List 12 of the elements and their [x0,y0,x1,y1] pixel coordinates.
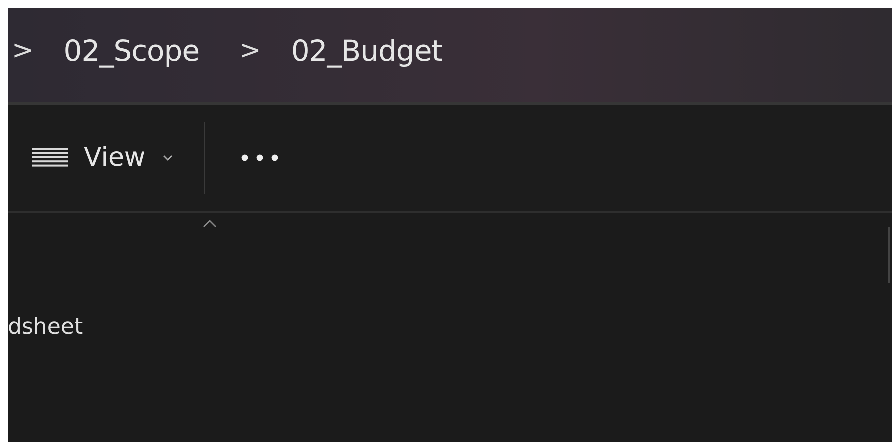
more-icon [240,154,279,162]
breadcrumb-item[interactable]: 02_Scope [64,34,200,68]
view-button[interactable]: View [32,143,174,173]
breadcrumb-separator: > [240,36,262,66]
breadcrumb-separator: > [12,36,34,66]
breadcrumb-item[interactable]: 02_Budget [291,34,443,68]
chevron-down-icon [162,154,174,162]
list-icon [32,148,68,168]
sort-caret-icon[interactable] [202,219,218,228]
scrollbar[interactable] [888,227,890,283]
file-type-text: dsheet [8,315,84,340]
more-button[interactable] [240,154,279,162]
